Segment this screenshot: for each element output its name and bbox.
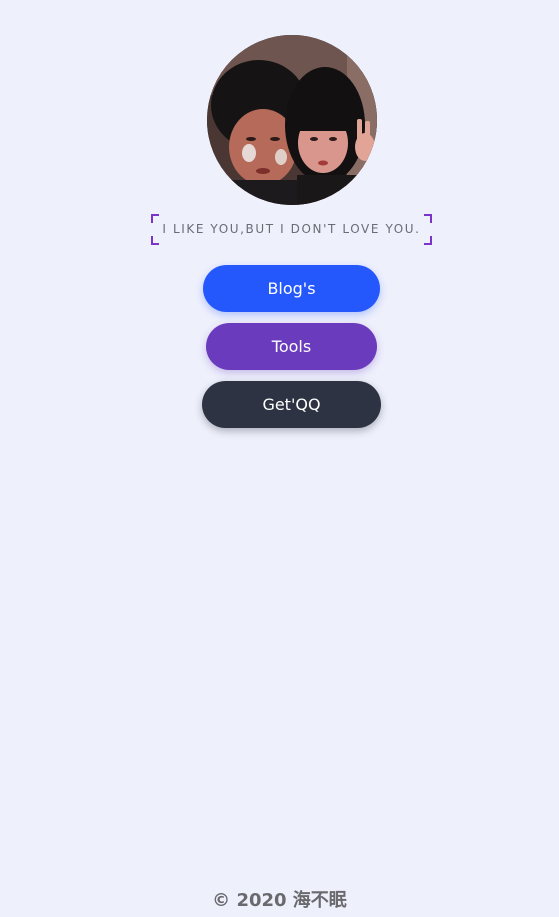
motto-frame: I LIKE YOU,BUT I DON'T LOVE YOU. — [151, 214, 432, 245]
page: I LIKE YOU,BUT I DON'T LOVE YOU. Blog's … — [0, 0, 559, 917]
avatar-photo — [207, 35, 377, 205]
bracket-bottom-left — [151, 236, 159, 245]
motto-text: I LIKE YOU,BUT I DON'T LOVE YOU. — [162, 222, 421, 236]
tools-button[interactable]: Tools — [206, 323, 377, 370]
bracket-bottom-right — [424, 236, 432, 245]
get-qq-button[interactable]: Get'QQ — [202, 381, 381, 428]
footer-copyright: © 2020 海不眠 — [212, 890, 347, 911]
avatar — [207, 35, 377, 205]
blog-button[interactable]: Blog's — [203, 265, 380, 312]
